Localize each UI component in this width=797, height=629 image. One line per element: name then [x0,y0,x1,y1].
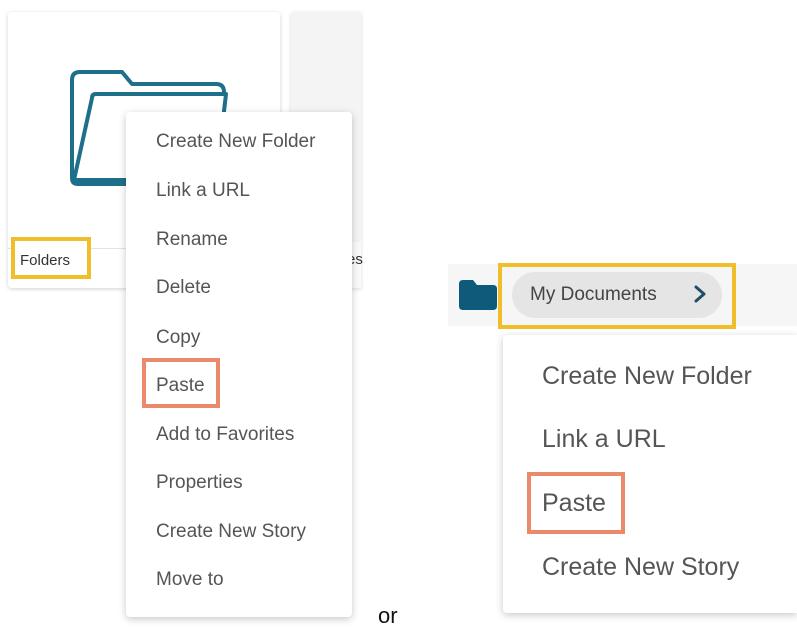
menu-item-create-new-story[interactable]: Create New Story [542,553,739,582]
menu-item-create-new-story[interactable]: Create New Story [156,521,306,543]
menu-item-rename[interactable]: Rename [156,229,228,251]
menu-item-create-new-folder[interactable]: Create New Folder [542,362,752,391]
menu-item-link-url[interactable]: Link a URL [156,180,250,202]
menu-item-create-new-folder[interactable]: Create New Folder [156,131,315,153]
menu-item-delete[interactable]: Delete [156,277,211,299]
or-separator: or [378,603,398,628]
menu-item-properties[interactable]: Properties [156,472,243,494]
folder-filled-icon[interactable] [459,280,497,310]
folder-name-label[interactable]: Folders [20,252,70,269]
paste-highlight-right [527,472,625,534]
breadcrumb-highlight [498,263,736,329]
menu-item-link-url[interactable]: Link a URL [542,425,666,454]
menu-item-move-to[interactable]: Move to [156,569,224,591]
paste-highlight-left [142,358,220,408]
menu-item-add-to-favorites[interactable]: Add to Favorites [156,424,294,446]
menu-item-copy[interactable]: Copy [156,327,200,349]
